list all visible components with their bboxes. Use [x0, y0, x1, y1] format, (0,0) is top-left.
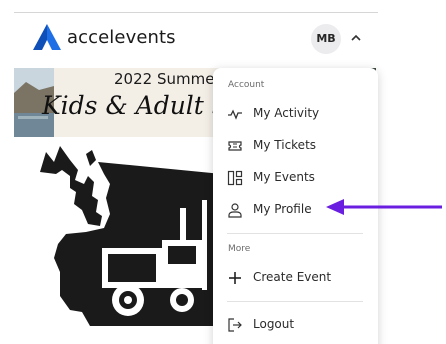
- washington-state-forklift-image: [40, 146, 226, 326]
- plus-icon: [229, 272, 241, 284]
- menu-item-create-event[interactable]: Create Event: [213, 263, 378, 293]
- menu-item-label: My Activity: [253, 106, 320, 120]
- top-divider: [14, 12, 378, 13]
- brand-name[interactable]: accelevents: [67, 27, 176, 48]
- ticket-icon: [228, 141, 242, 151]
- activity-icon: [228, 109, 242, 120]
- menu-item-my-events[interactable]: My Events: [213, 163, 378, 193]
- menu-item-label: My Events: [253, 170, 315, 184]
- banner-year-text: 2022 Summer: [114, 70, 221, 88]
- logout-icon: [228, 318, 242, 332]
- menu-item-label: Logout: [253, 317, 295, 331]
- menu-item-label: Create Event: [253, 270, 332, 284]
- user-icon: [228, 203, 242, 218]
- accelevents-logo-icon[interactable]: [33, 24, 61, 50]
- menu-divider: [227, 233, 363, 234]
- menu-heading-account: Account: [228, 80, 265, 90]
- page: accelevents MB 2022 Summer Kids & Adult …: [0, 0, 446, 344]
- user-avatar[interactable]: MB: [311, 24, 341, 54]
- menu-item-my-activity[interactable]: My Activity: [213, 99, 378, 129]
- chevron-up-icon[interactable]: [350, 33, 362, 43]
- menu-item-label: My Profile: [253, 202, 312, 216]
- app-header: accelevents MB: [0, 14, 446, 66]
- menu-heading-more: More: [228, 244, 251, 254]
- menu-item-label: My Tickets: [253, 138, 317, 152]
- annotation-arrow-icon: [326, 199, 442, 215]
- menu-item-my-tickets[interactable]: My Tickets: [213, 131, 378, 161]
- events-icon: [227, 170, 243, 186]
- menu-item-logout[interactable]: Logout: [213, 310, 378, 340]
- menu-divider: [227, 301, 363, 302]
